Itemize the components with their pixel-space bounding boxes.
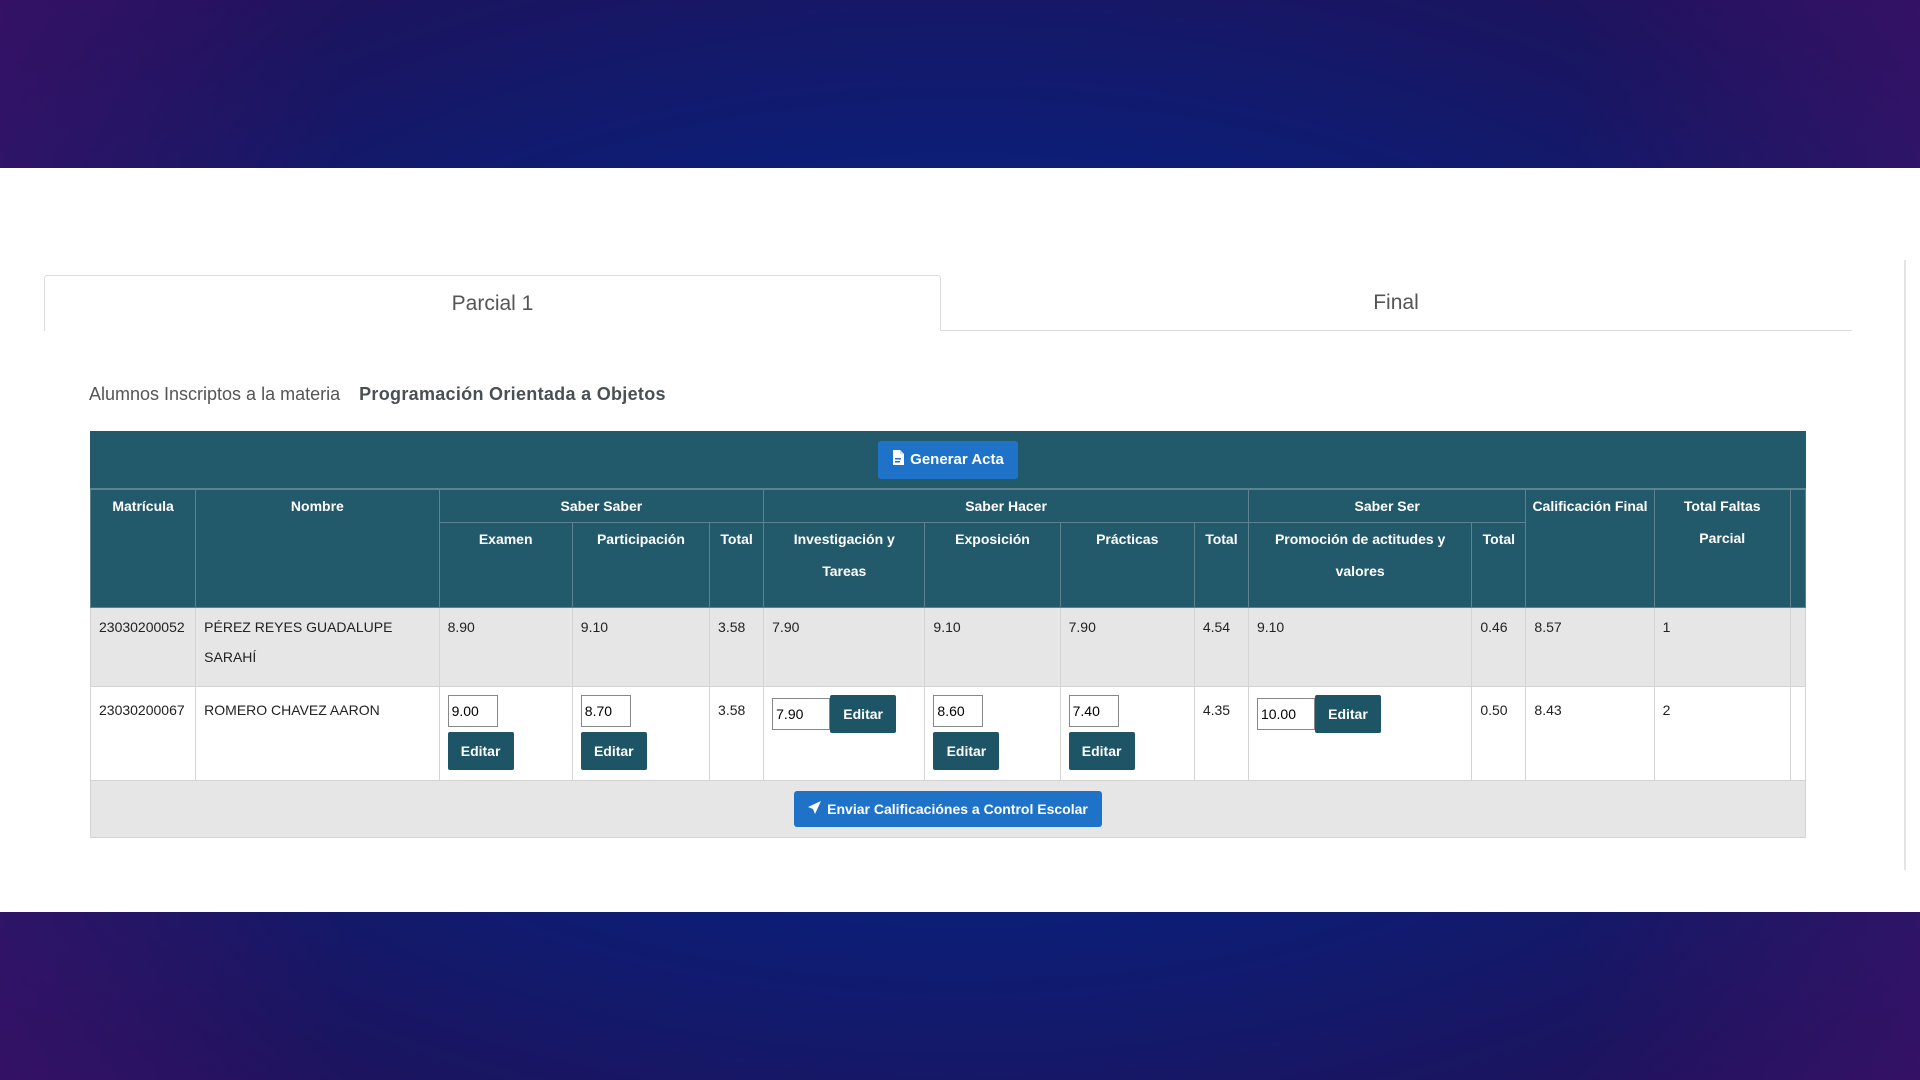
generate-acta-label: Generar Acta [910,451,1004,468]
pdf-file-icon [892,450,905,469]
header-matricula: Matrícula [89,489,197,608]
header-spacer [1789,489,1807,608]
cell-faltas: 1 [1653,607,1791,687]
send-grades-label: Enviar Calificaciónes a Control Escolar [827,801,1088,817]
tab-parcial-1[interactable]: Parcial 1 [44,275,941,331]
cell-participacion: Editar [571,686,711,781]
cell-matricula: 23030200067 [89,686,197,781]
header-total-ser: Total [1471,522,1527,608]
examen-input[interactable] [447,695,498,727]
header-participacion: Participación [571,522,711,608]
cell-total-hacer: 4.35 [1193,686,1249,781]
header-examen: Examen [438,522,573,608]
cell-promocion: 9.10 [1247,607,1473,687]
cell-investigacion: 7.90 [763,607,926,687]
cell-matricula: 23030200052 [89,607,197,687]
table-row: 23030200067 ROMERO CHAVEZ AARON Editar E… [89,686,1807,781]
send-arrow-icon [808,801,822,817]
header-promocion: Promoción de actitudes y valores [1247,522,1473,608]
cell-final: 8.57 [1525,607,1655,687]
cell-spacer [1789,607,1807,687]
cell-promocion: Editar [1247,686,1473,781]
investigacion-input[interactable] [772,698,831,730]
cell-examen: 8.90 [438,607,573,687]
cell-total-hacer: 4.54 [1193,607,1249,687]
edit-examen-button[interactable]: Editar [447,732,514,770]
participacion-input[interactable] [580,695,631,727]
scrollbar[interactable] [1904,260,1906,870]
cell-spacer [1789,686,1807,781]
header-investigacion: Investigación y Tareas [763,522,926,608]
table-toolbar: Generar Acta [90,431,1806,489]
cell-examen: Editar [438,686,573,781]
cell-faltas: 2 [1653,686,1791,781]
edit-investigacion-button[interactable]: Editar [830,695,897,733]
subject-name: Programación Orientada a Objetos [359,384,666,404]
promocion-input[interactable] [1256,698,1315,730]
cell-nombre: PÉREZ REYES GUADALUPE SARAHÍ [195,607,440,687]
header-total-saber: Total [709,522,765,608]
cell-practicas: 7.90 [1059,607,1195,687]
header-total-hacer: Total [1193,522,1249,608]
tab-divider [940,330,1852,331]
header-saber-hacer: Saber Hacer [763,489,1249,523]
header-saber-ser: Saber Ser [1247,489,1527,523]
grades-table: Matrícula Nombre Saber Saber Saber Hacer… [89,489,1807,781]
cell-total-ser: 0.50 [1471,686,1527,781]
cell-participacion: 9.10 [571,607,711,687]
cell-total-saber: 3.58 [709,607,765,687]
table-footer: Enviar Calificaciónes a Control Escolar [90,781,1806,838]
generate-acta-button[interactable]: Generar Acta [878,440,1018,479]
cell-total-saber: 3.58 [709,686,765,781]
edit-exposicion-button[interactable]: Editar [933,732,1000,770]
tab-bar: Parcial 1 Final [44,275,1852,331]
tab-final[interactable]: Final [940,275,1852,330]
cell-practicas: Editar [1059,686,1195,781]
main-panel: Parcial 1 Final Alumnos Inscriptos a la … [0,168,1920,912]
header-exposicion: Exposición [924,522,1061,608]
cell-nombre: ROMERO CHAVEZ AARON [195,686,440,781]
header-nombre: Nombre [195,489,440,608]
exposicion-input[interactable] [933,695,984,727]
edit-promocion-button[interactable]: Editar [1314,695,1381,733]
cell-exposicion: 9.10 [924,607,1061,687]
header-saber-saber: Saber Saber [438,489,765,523]
subject-prefix: Alumnos Inscriptos a la materia [89,384,341,404]
cell-exposicion: Editar [924,686,1061,781]
subject-line: Alumnos Inscriptos a la materia Programa… [89,384,666,405]
cell-investigacion: Editar [763,686,926,781]
edit-participacion-button[interactable]: Editar [580,732,647,770]
cell-total-ser: 0.46 [1471,607,1527,687]
header-practicas: Prácticas [1059,522,1195,608]
grades-table-container: Generar Acta Matrícula Nombre Saber Sabe… [89,431,1807,838]
header-total-faltas: Total Faltas Parcial [1653,489,1791,608]
practicas-input[interactable] [1068,695,1119,727]
header-calificacion-final: Calificación Final [1525,489,1655,608]
table-row: 23030200052 PÉREZ REYES GUADALUPE SARAHÍ… [89,607,1807,687]
edit-practicas-button[interactable]: Editar [1068,732,1135,770]
send-grades-button[interactable]: Enviar Calificaciónes a Control Escolar [794,791,1102,827]
cell-final: 8.43 [1525,686,1655,781]
